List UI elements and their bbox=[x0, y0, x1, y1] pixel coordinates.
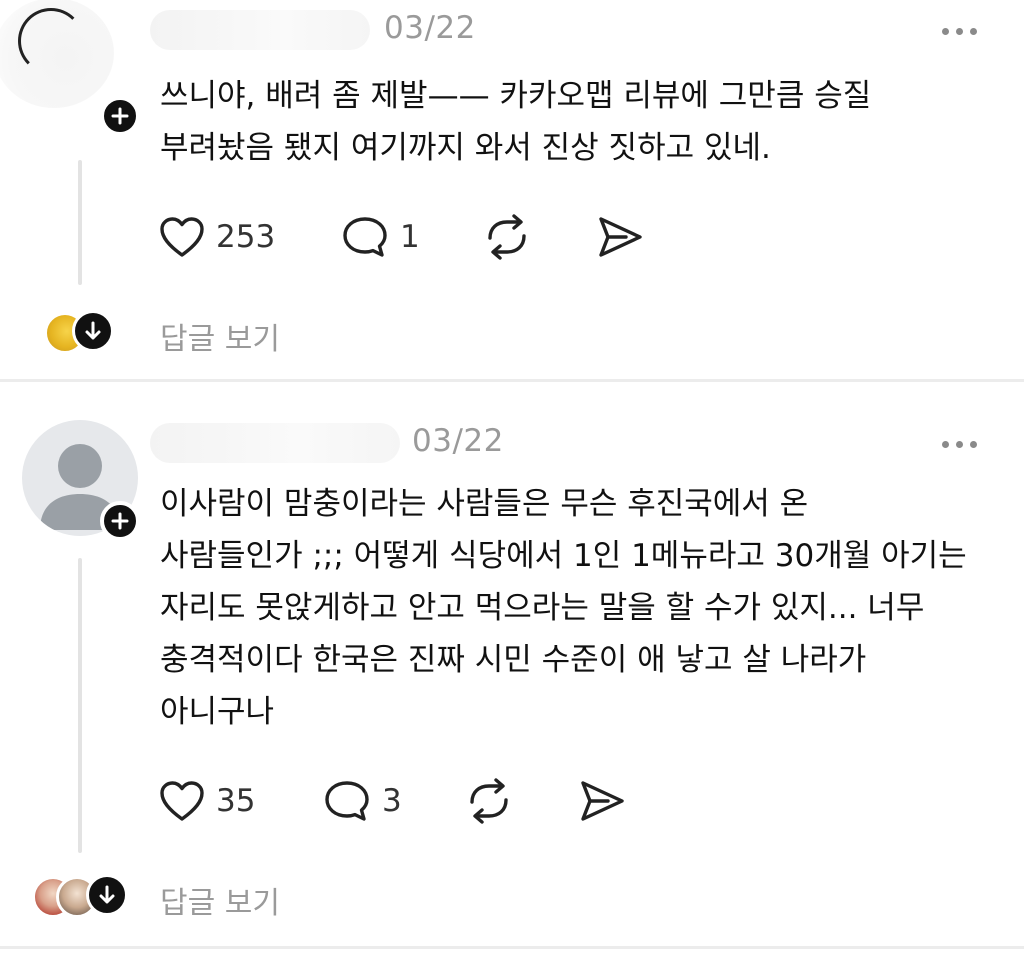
divider bbox=[0, 946, 1024, 949]
send-icon bbox=[599, 217, 642, 257]
comment-item: 03/22 쓰니야, 배려 좀 제발—— 카카오맵 리뷰에 그만큼 승질 부려놨… bbox=[0, 0, 1024, 380]
thread-line bbox=[78, 558, 82, 853]
speech-bubble-icon bbox=[325, 781, 369, 821]
more-icon-dot bbox=[970, 28, 977, 35]
comment-line: 사람들인가 ;;; 어떻게 식당에서 1인 1메뉴라고 30개월 아기는 bbox=[160, 538, 967, 574]
more-options-button[interactable] bbox=[942, 435, 986, 455]
more-icon bbox=[942, 441, 949, 448]
reply-avatars[interactable] bbox=[32, 874, 132, 920]
share-button[interactable] bbox=[578, 778, 626, 824]
post-date: 03/22 bbox=[412, 423, 504, 459]
comment-line: 부려놨음 됐지 여기까지 와서 진상 짓하고 있네. bbox=[160, 130, 771, 166]
plus-icon bbox=[111, 512, 129, 530]
comment-line: 충격적이다 한국은 진짜 시민 수준이 애 낳고 살 나라가 bbox=[160, 642, 867, 678]
comment-text: 쓰니야, 배려 좀 제발—— 카카오맵 리뷰에 그만큼 승질 부려놨음 됐지 여… bbox=[160, 70, 980, 174]
repost-icon bbox=[470, 778, 508, 824]
share-button[interactable] bbox=[596, 214, 644, 260]
like-button[interactable]: 35 bbox=[158, 778, 255, 824]
repost-button[interactable] bbox=[482, 214, 532, 260]
comment-item: 03/22 이사람이 맘충이라는 사람들은 무슨 후진국에서 온 사람들인가 ;… bbox=[0, 383, 1024, 948]
avatar-edge bbox=[18, 8, 84, 74]
more-icon-dot bbox=[970, 441, 977, 448]
send-icon bbox=[581, 781, 624, 821]
like-count: 253 bbox=[216, 219, 276, 255]
comment-line: 아니구나 bbox=[160, 694, 275, 730]
more-icon bbox=[942, 28, 949, 35]
follow-button[interactable] bbox=[100, 501, 140, 541]
reply-button[interactable]: 3 bbox=[322, 778, 402, 824]
heart-icon bbox=[160, 217, 204, 257]
repost-button[interactable] bbox=[464, 778, 514, 824]
comment-line: 자리도 못앉게하고 안고 먹으라는 말을 할 수가 있지... 너무 bbox=[160, 590, 925, 626]
more-icon-dot bbox=[956, 28, 963, 35]
username-redacted[interactable] bbox=[150, 10, 370, 50]
reply-count: 1 bbox=[400, 219, 420, 255]
like-count: 35 bbox=[216, 783, 256, 819]
arrow-down-icon bbox=[99, 885, 115, 904]
thread-line bbox=[78, 160, 82, 285]
view-replies-link[interactable]: 답글 보기 bbox=[160, 878, 280, 922]
comment-line: 이사람이 맘충이라는 사람들은 무슨 후진국에서 온 bbox=[160, 486, 809, 522]
reply-count: 3 bbox=[382, 783, 402, 819]
comment-text: 이사람이 맘충이라는 사람들은 무슨 후진국에서 온 사람들인가 ;;; 어떻게… bbox=[160, 478, 980, 738]
reply-button[interactable]: 1 bbox=[340, 214, 420, 260]
post-date: 03/22 bbox=[384, 10, 476, 46]
more-icon-dot bbox=[956, 441, 963, 448]
like-button[interactable]: 253 bbox=[158, 214, 275, 260]
view-replies-link[interactable]: 답글 보기 bbox=[160, 314, 280, 358]
repost-icon bbox=[488, 214, 526, 260]
plus-icon bbox=[111, 107, 129, 125]
follow-button[interactable] bbox=[100, 96, 140, 136]
username-redacted[interactable] bbox=[150, 423, 400, 463]
expand-replies-badge[interactable] bbox=[86, 874, 128, 916]
speech-bubble-icon bbox=[343, 217, 387, 257]
heart-icon bbox=[160, 781, 204, 821]
expand-replies-badge[interactable] bbox=[72, 310, 114, 352]
reply-avatars[interactable] bbox=[44, 310, 124, 356]
divider bbox=[0, 379, 1024, 382]
comment-line: 쓰니야, 배려 좀 제발—— 카카오맵 리뷰에 그만큼 승질 bbox=[160, 78, 872, 114]
more-options-button[interactable] bbox=[942, 22, 986, 42]
arrow-down-icon bbox=[85, 321, 101, 340]
